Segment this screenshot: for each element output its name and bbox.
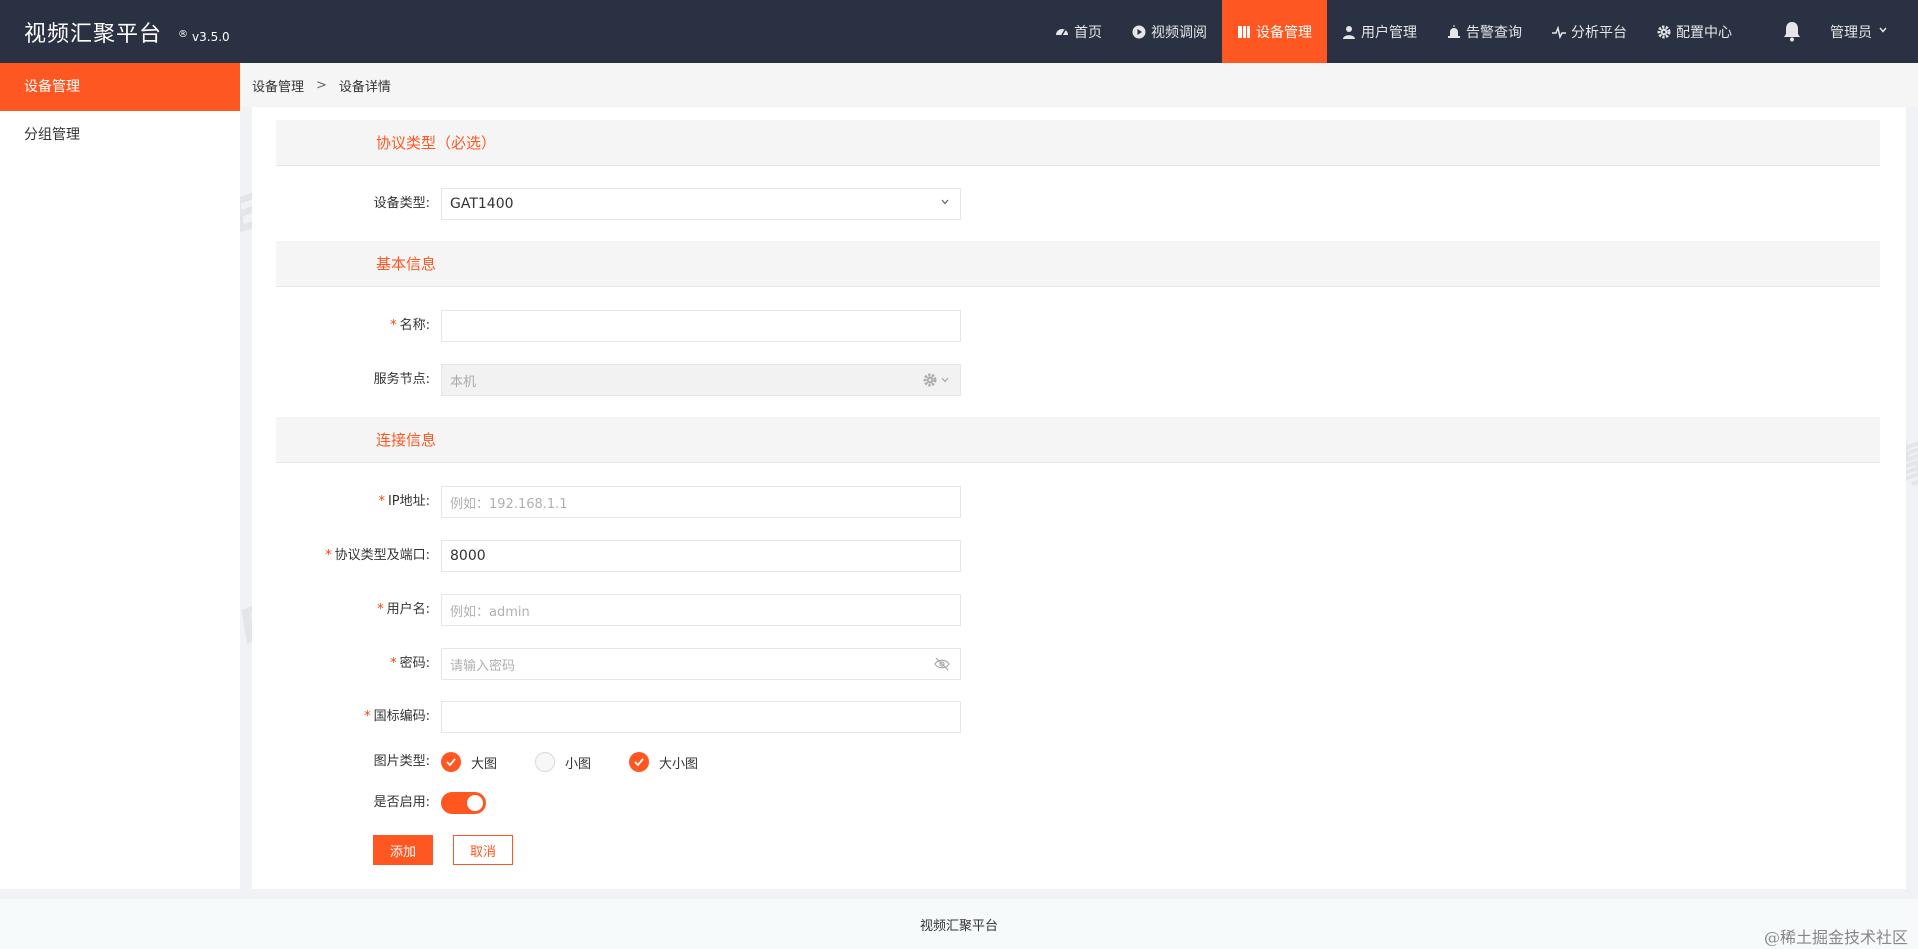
nav-alarm[interactable]: 告警查询	[1432, 0, 1537, 63]
eye-off-icon[interactable]	[934, 657, 950, 671]
image-type-group: 大图 小图 大小图	[441, 751, 736, 773]
device-icon	[1237, 25, 1251, 39]
user-icon	[1342, 25, 1356, 39]
gear-icon	[1657, 25, 1671, 39]
footer-text: 视频汇聚平台	[919, 918, 998, 934]
gear-icon	[923, 373, 937, 387]
brand: 视频汇聚平台 ® v3.5.0	[24, 16, 230, 48]
alarm-icon	[1447, 24, 1461, 39]
ip-label: * IP地址:	[378, 494, 430, 509]
bell-icon[interactable]	[1780, 19, 1804, 43]
nav-device[interactable]: 设备管理	[1222, 0, 1327, 63]
nav-video[interactable]: 视频调阅	[1117, 0, 1222, 63]
app-title: 视频汇聚平台	[24, 21, 163, 47]
nav-user[interactable]: 用户管理	[1327, 0, 1432, 63]
service-node-label: 服务节点:	[373, 372, 430, 387]
cancel-button[interactable]: 取消	[453, 835, 513, 865]
dashboard-icon	[1055, 25, 1069, 39]
image-type-both[interactable]: 大小图	[629, 752, 698, 772]
chevron-down-icon	[940, 197, 950, 207]
chevron-down-icon	[1878, 25, 1888, 38]
port-input[interactable]: 8000	[441, 540, 961, 572]
user-menu[interactable]: 管理员	[1830, 0, 1888, 63]
name-input[interactable]	[441, 310, 961, 342]
nav-analysis[interactable]: 分析平台	[1537, 0, 1642, 63]
play-circle-icon	[1132, 25, 1146, 39]
username-input[interactable]: 例如：admin	[441, 594, 961, 626]
sidebar: 设备管理 分组管理	[0, 63, 240, 889]
breadcrumb-current: 设备详情	[338, 79, 391, 95]
nav-config[interactable]: 配置中心	[1642, 0, 1747, 63]
sidebar-item-device[interactable]: 设备管理	[0, 63, 240, 111]
username-label: * 用户名:	[377, 602, 430, 617]
port-label: * 协议类型及端口:	[325, 548, 430, 563]
sidebar-item-group[interactable]: 分组管理	[0, 111, 240, 159]
add-button[interactable]: 添加	[373, 835, 433, 865]
image-type-label: 图片类型:	[373, 754, 430, 769]
section-connection: 连接信息	[276, 417, 1880, 463]
service-node-select: 本机	[441, 364, 961, 396]
radio-empty-icon	[535, 752, 556, 772]
device-type-select[interactable]: GAT1400	[441, 188, 961, 220]
toggle-knob	[467, 795, 483, 811]
enabled-toggle[interactable]	[441, 792, 486, 814]
password-input[interactable]: 请输入密码	[441, 648, 961, 680]
footer: 视频汇聚平台	[0, 899, 1918, 949]
image-type-large[interactable]: 大图	[441, 752, 497, 772]
app-version: ® v3.5.0	[178, 28, 230, 44]
main-nav: 首页 视频调阅 设备管理 用户管理 告警查询 分析平台 配置中心	[1040, 0, 1747, 63]
breadcrumb-separator: >	[316, 77, 327, 93]
breadcrumb: 设备管理 > 设备详情	[240, 63, 1918, 107]
section-basic: 基本信息	[276, 241, 1880, 287]
device-type-label: 设备类型:	[373, 196, 430, 211]
chevron-down-icon	[940, 375, 950, 385]
corner-watermark: @稀土掘金技术社区	[1763, 928, 1908, 947]
check-icon	[441, 752, 461, 772]
nav-home[interactable]: 首页	[1040, 0, 1117, 63]
breadcrumb-parent[interactable]: 设备管理	[252, 76, 304, 95]
password-label: * 密码:	[390, 656, 430, 671]
gb-code-label: * 国标编码:	[364, 709, 430, 724]
section-protocol: 协议类型（必选）	[276, 120, 1880, 166]
enabled-label: 是否启用:	[373, 795, 430, 810]
ip-input[interactable]: 例如：192.168.1.1	[441, 486, 961, 518]
user-name: 管理员	[1830, 24, 1872, 41]
top-header: 视频汇聚平台 ® v3.5.0 首页 视频调阅 设备管理 用户管理 告警查询 分…	[0, 0, 1918, 63]
check-icon	[629, 752, 650, 772]
name-label: * 名称:	[390, 318, 430, 333]
gb-code-input[interactable]	[441, 701, 961, 733]
pulse-icon	[1552, 24, 1566, 39]
image-type-small[interactable]: 小图	[535, 752, 591, 772]
